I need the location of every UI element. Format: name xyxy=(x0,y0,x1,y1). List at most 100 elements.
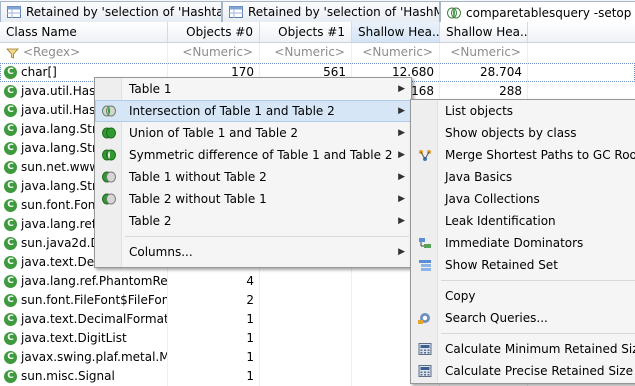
difference-icon xyxy=(102,193,116,205)
class-icon: C xyxy=(4,142,17,155)
retained-set-icon xyxy=(419,260,431,271)
menu-item-label: Table 1 without Table 2 xyxy=(129,170,267,184)
class-name-cell: Csun.misc.Signal xyxy=(0,367,168,386)
tab-retained-hashtable[interactable]: Retained by 'selection of 'Hashtable' xyxy=(0,1,222,22)
regex-filter-placeholder: <Regex> xyxy=(23,45,81,59)
submenu-item-copy[interactable]: Copy xyxy=(411,285,635,307)
objects-0-cell: 4 xyxy=(168,272,260,291)
numeric-filter-input-shallow-0[interactable]: <Numeric> xyxy=(352,43,440,62)
numeric-filter-input-objects-0[interactable]: <Numeric> xyxy=(168,43,260,62)
objects-0-cell: 1 xyxy=(168,310,260,329)
submenu-item-label: List objects xyxy=(445,104,514,118)
class-icon: C xyxy=(4,275,17,288)
submenu-item-label: Calculate Minimum Retained Size (q xyxy=(445,342,635,356)
class-icon: C xyxy=(4,180,17,193)
query-submenu: List objects Show objects by class Merge S… xyxy=(410,99,635,384)
submenu-item-label: Calculate Precise Retained Size xyxy=(445,364,633,378)
menu-item-label: Union of Table 1 and Table 2 xyxy=(129,126,299,140)
calculator-icon xyxy=(418,365,432,377)
menu-item-intersection-of-table-1-and-table-2[interactable]: Intersection of Table 1 and Table 2 ▶ xyxy=(95,100,411,122)
menu-item-table-1-without-table-2[interactable]: Table 1 without Table 2 ▶ xyxy=(95,166,411,188)
submenu-item-label: Search Queries... xyxy=(445,311,548,325)
menu-item-label: Table 2 without Table 1 xyxy=(129,192,267,206)
objects-1-cell xyxy=(260,291,352,310)
objects-1-cell xyxy=(260,272,352,291)
numeric-filter-input-shallow-1[interactable]: <Numeric> xyxy=(440,43,528,62)
numeric-filter-input-objects-1[interactable]: <Numeric> xyxy=(260,43,352,62)
class-icon: C xyxy=(4,85,17,98)
submenu-item-label: Copy xyxy=(445,289,476,303)
objects-0-cell: 2 xyxy=(168,291,260,310)
class-name-text: sun.misc.Signal xyxy=(21,369,115,383)
class-icon: C xyxy=(4,199,17,212)
class-icon: C xyxy=(4,161,17,174)
class-name-cell: Csun.font.FileFont$FileFon... xyxy=(0,291,168,310)
objects-0-cell: 1 xyxy=(168,329,260,348)
regex-filter-input[interactable]: <Regex> xyxy=(0,43,168,62)
filter-icon xyxy=(6,48,19,59)
objects-0-cell: 1 xyxy=(168,367,260,386)
menu-item-symmetric-difference-of-table-1-and-table-2[interactable]: Symmetric difference of Table 1 and Tabl… xyxy=(95,144,411,166)
submenu-item-list-objects[interactable]: List objects xyxy=(411,100,635,122)
tab-retained-hashmap[interactable]: Retained by 'selection of 'HashMap' xyxy=(222,1,440,22)
menu-item-label: Intersection of Table 1 and Table 2 xyxy=(129,104,335,118)
submenu-item-calculate-minimum-retained-size-q[interactable]: Calculate Minimum Retained Size (q xyxy=(411,338,635,360)
menu-item-label: Symmetric difference of Table 1 and Tabl… xyxy=(129,148,393,162)
tab-comparetablesquery[interactable]: comparetablesquery -setop ALL xyxy=(440,1,635,23)
dominator-icon xyxy=(419,238,431,248)
column-header-objects-0[interactable]: Objects #0 xyxy=(168,22,260,42)
class-name-text: javax.swing.plaf.metal.M... xyxy=(21,350,168,364)
submenu-item-leak-identification[interactable]: Leak Identification xyxy=(411,210,635,232)
menu-item-label: Table 1 xyxy=(129,82,172,96)
objects-1-cell xyxy=(260,367,352,386)
editor-tab-bar: Retained by 'selection of 'Hashtable' Re… xyxy=(0,0,635,23)
submenu-item-java-collections[interactable]: Java Collections xyxy=(411,188,635,210)
submenu-item-merge-shortest-paths-to-gc-roots[interactable]: Merge Shortest Paths to GC Roots xyxy=(411,144,635,166)
menu-item-table-2-without-table-1[interactable]: Table 2 without Table 1 ▶ xyxy=(95,188,411,210)
column-header-objects-1[interactable]: Objects #1 xyxy=(260,22,352,42)
class-icon: C xyxy=(4,123,17,136)
menu-item-table-1[interactable]: Table 1 ▶ xyxy=(95,78,411,100)
objects-0-cell: 1 xyxy=(168,348,260,367)
tab-label: Retained by 'selection of 'HashMap' xyxy=(248,5,439,19)
class-name-text: java.util.Hash xyxy=(21,103,103,117)
submenu-item-java-basics[interactable]: Java Basics xyxy=(411,166,635,188)
submenu-arrow-icon: ▶ xyxy=(398,150,405,160)
menu-item-table-2[interactable]: Table 2 ▶ xyxy=(95,210,411,232)
union-icon xyxy=(102,127,116,139)
class-name-text: java.util.Hash xyxy=(21,84,103,98)
class-name-cell: Cjava.text.DecimalFormatS... xyxy=(0,310,168,329)
column-header-filler xyxy=(528,22,635,42)
submenu-item-label: Merge Shortest Paths to GC Roots xyxy=(445,148,635,162)
submenu-item-show-objects-by-class[interactable]: Show objects by class xyxy=(411,122,635,144)
tab-label: comparetablesquery -setop ALL xyxy=(466,5,635,20)
class-icon: C xyxy=(4,313,17,326)
menu-item-columns[interactable]: Columns... ▶ xyxy=(95,241,411,263)
calculator-icon xyxy=(418,343,432,355)
menu-item-label: Table 2 xyxy=(129,214,172,228)
submenu-arrow-icon: ▶ xyxy=(398,172,405,182)
class-name-cell: Cjava.text.DigitList xyxy=(0,329,168,348)
class-name-text: sun.font.Font xyxy=(21,198,101,212)
submenu-item-label: Immediate Dominators xyxy=(445,236,584,250)
submenu-arrow-icon: ▶ xyxy=(398,128,405,138)
paths-icon xyxy=(419,150,431,161)
class-icon: C xyxy=(4,218,17,231)
table-icon xyxy=(7,6,21,18)
column-header-shallow-heap-1[interactable]: Shallow Hea... xyxy=(440,22,528,42)
class-icon: C xyxy=(4,66,17,79)
class-name-cell: Cjava.lang.ref.PhantomRef... xyxy=(0,272,168,291)
submenu-arrow-icon: ▶ xyxy=(398,84,405,94)
submenu-arrow-icon: ▶ xyxy=(398,106,405,116)
objects-1-cell xyxy=(260,348,352,367)
submenu-item-search-queries[interactable]: Search Queries... xyxy=(411,307,635,329)
submenu-item-show-retained-set[interactable]: Show Retained Set xyxy=(411,254,635,276)
difference-icon xyxy=(102,171,116,183)
column-header-class-name[interactable]: Class Name xyxy=(0,22,168,42)
submenu-item-calculate-precise-retained-size[interactable]: Calculate Precise Retained Size xyxy=(411,360,635,382)
submenu-item-immediate-dominators[interactable]: Immediate Dominators xyxy=(411,232,635,254)
class-icon: C xyxy=(4,294,17,307)
table-icon xyxy=(229,6,243,18)
menu-item-union-of-table-1-and-table-2[interactable]: Union of Table 1 and Table 2 ▶ xyxy=(95,122,411,144)
column-header-shallow-heap-0[interactable]: Shallow Hea... xyxy=(352,22,440,42)
